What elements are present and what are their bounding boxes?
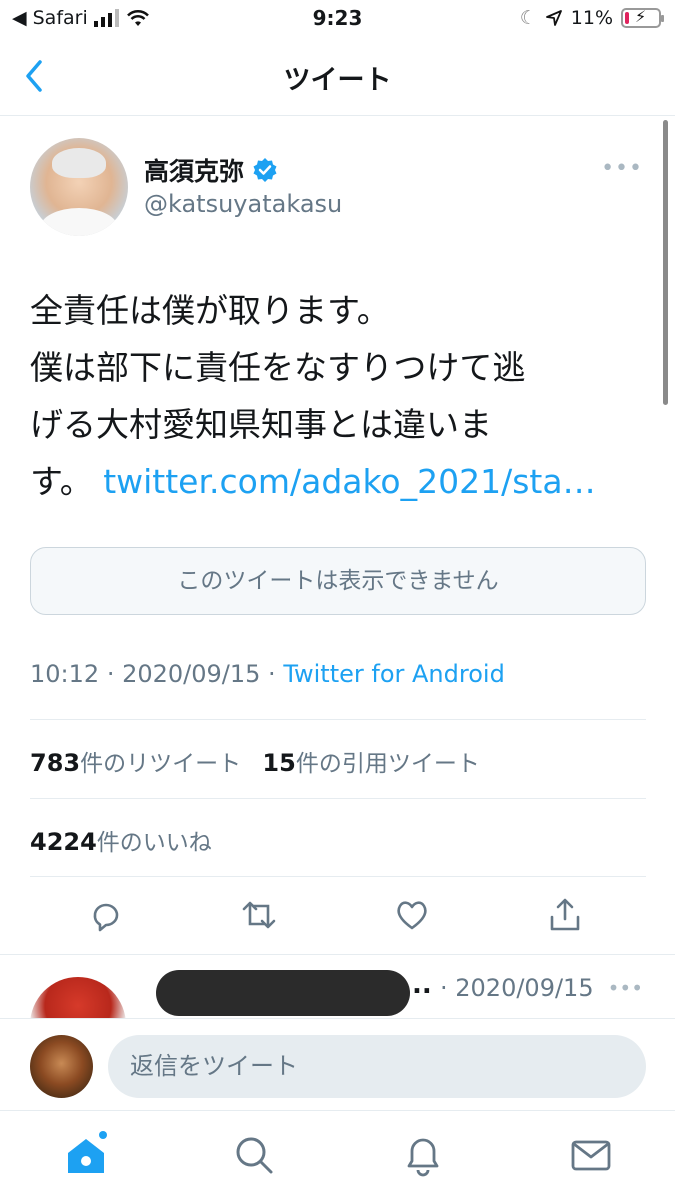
notifications-icon[interactable] <box>401 1133 445 1177</box>
location-icon <box>545 10 562 26</box>
reply-date: · 2020/09/15 <box>440 974 594 1002</box>
meta-separator: · <box>268 660 284 688</box>
meta-separator: · <box>106 660 123 688</box>
more-options-icon[interactable]: ••• <box>608 976 643 1000</box>
tweet-line-with-link: す。 twitter.com/adako_2021/sta… <box>30 453 640 510</box>
divider <box>30 719 646 720</box>
unavailable-quote-card: このツイートは表示できません <box>30 547 646 615</box>
tweet-link[interactable]: twitter.com/adako_2021/sta… <box>103 462 595 501</box>
like-icon[interactable] <box>393 895 431 935</box>
reply-input[interactable]: 返信をツイート <box>108 1035 646 1098</box>
tweet-source[interactable]: Twitter for Android <box>283 660 504 688</box>
tweet-time: 10:12 <box>30 660 100 688</box>
nav-header: ツイート <box>0 38 675 116</box>
status-right: ☾ 11% ⚡ <box>519 7 664 29</box>
status-bar: ◀ Safari 9:23 ☾ 11% ⚡ <box>0 0 675 38</box>
divider <box>0 954 675 955</box>
tweet-text: 全責任は僕が取ります。 僕は部下に責任をなすりつけて逃 げる大村愛知県知事とは違… <box>30 282 640 510</box>
home-notification-dot <box>99 1131 107 1139</box>
tweet-line: げる大村愛知県知事とは違いま <box>30 405 492 444</box>
reply-composer: 返信をツイート <box>0 1018 675 1110</box>
reply-name-ellipsis: .. <box>412 970 432 1000</box>
author-handle[interactable]: @katsuyatakasu <box>144 190 342 218</box>
likes-row[interactable]: 4224件のいいね <box>30 823 212 857</box>
charging-bolt-icon: ⚡ <box>635 7 647 26</box>
tab-bar <box>0 1110 675 1200</box>
share-icon[interactable] <box>546 895 584 935</box>
quotes-stat[interactable]: 15件の引用ツイート <box>262 749 480 777</box>
author-name-row[interactable]: 高須克弥 <box>144 152 278 188</box>
moon-icon: ☾ <box>519 7 537 29</box>
likes-count: 4224 <box>30 828 97 856</box>
quotes-label: 件の引用ツイート <box>295 751 480 777</box>
battery-percent: 11% <box>570 7 613 29</box>
tweet-meta: 10:12 · 2020/09/15 · Twitter for Android <box>30 660 505 688</box>
tweet-actions <box>0 895 675 940</box>
battery-icon: ⚡ <box>621 7 664 28</box>
engagement-row: 783件のリツイート 15件の引用ツイート <box>30 744 480 778</box>
tweet-line: す。 <box>30 462 93 501</box>
retweets-label: 件のリツイート <box>80 751 242 777</box>
retweets-stat[interactable]: 783件のリツイート <box>30 749 242 777</box>
retweet-icon[interactable] <box>240 895 278 935</box>
divider <box>30 876 646 877</box>
search-icon[interactable] <box>232 1133 276 1177</box>
tweet-date: 2020/09/15 <box>122 660 261 688</box>
retweets-count: 783 <box>30 749 81 777</box>
tweet-line: 僕は部下に責任をなすりつけて逃 <box>30 348 526 387</box>
author-avatar[interactable] <box>30 138 128 236</box>
messages-icon[interactable] <box>569 1133 613 1177</box>
verified-badge-icon <box>253 158 277 182</box>
divider <box>30 798 646 799</box>
tweet-line: 全責任は僕が取ります。 <box>30 291 390 330</box>
more-options-icon[interactable]: ••• <box>601 156 643 181</box>
scrollbar[interactable] <box>663 120 668 405</box>
redacted-name <box>156 970 410 1016</box>
current-user-avatar[interactable] <box>30 1035 93 1098</box>
home-icon[interactable] <box>64 1133 108 1177</box>
battery-fill <box>625 12 629 24</box>
author-name: 高須克弥 <box>144 157 245 186</box>
reply-icon[interactable] <box>87 895 125 935</box>
page-title: ツイート <box>283 65 392 96</box>
quotes-count: 15 <box>262 749 296 777</box>
likes-label: 件のいいね <box>96 830 212 856</box>
